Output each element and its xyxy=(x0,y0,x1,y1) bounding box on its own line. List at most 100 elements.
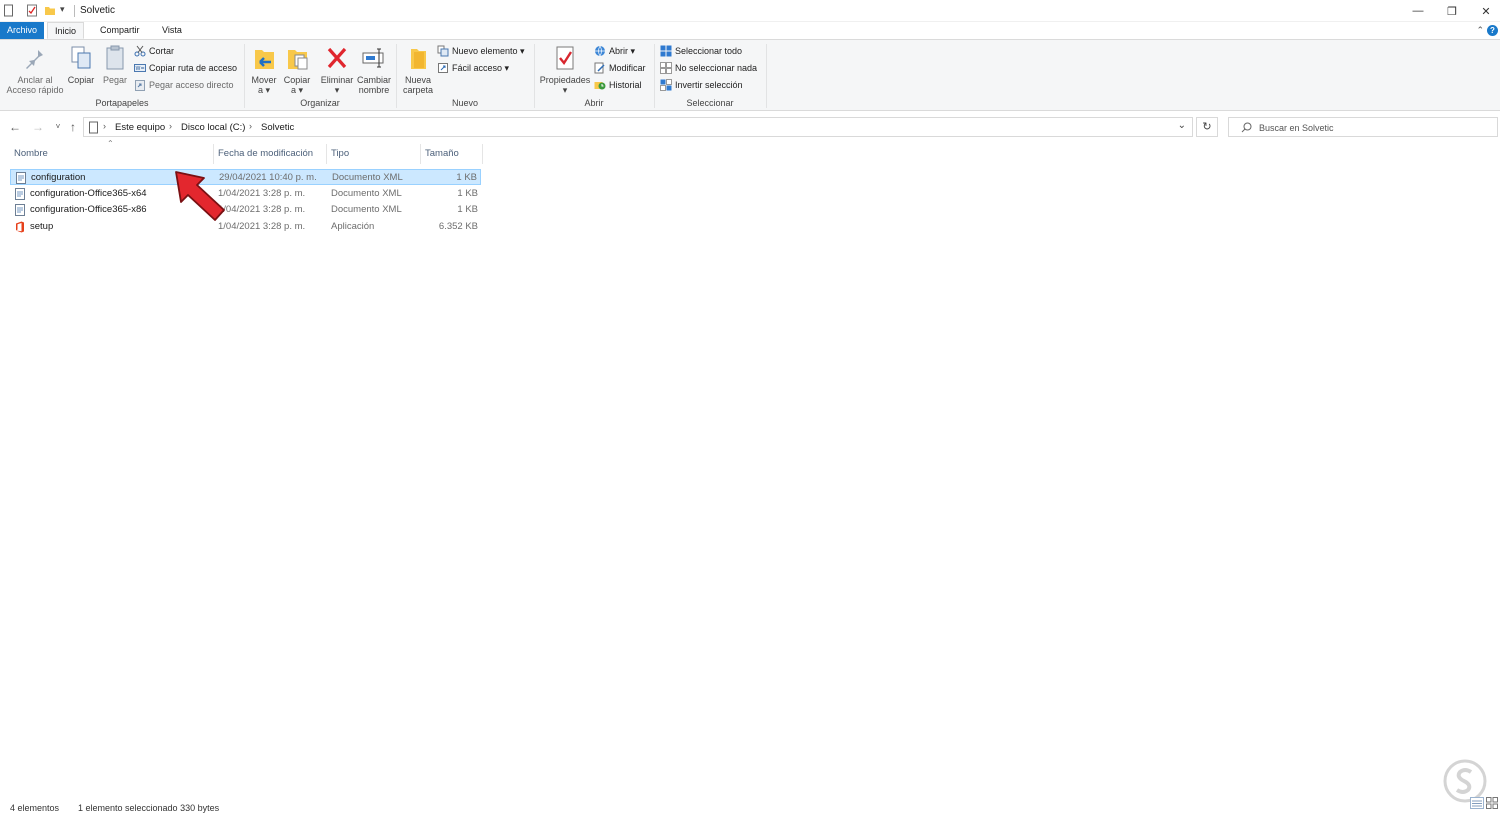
column-header-tamano[interactable]: Tamaño xyxy=(421,146,482,162)
restore-button[interactable]: ❐ xyxy=(1437,2,1467,20)
properties-label-1: Propiedades xyxy=(539,75,591,85)
move-to-icon xyxy=(255,50,274,69)
properties-label-2: ▾ xyxy=(562,85,568,95)
new-item-icon xyxy=(437,45,449,57)
move-to-button[interactable]: Mover a ▾ xyxy=(249,44,279,95)
breadcrumb-separator-icon: › xyxy=(249,121,252,131)
cut-button[interactable]: Cortar xyxy=(134,44,174,58)
recent-locations-icon[interactable]: ˅ xyxy=(50,119,66,135)
copy-to-button[interactable]: Copiar a ▾ xyxy=(282,44,312,95)
column-header-fecha[interactable]: Fecha de modificación xyxy=(214,146,326,162)
office-app-icon xyxy=(16,221,24,233)
breadcrumb-solvetic[interactable]: Solvetic xyxy=(261,122,294,133)
search-input[interactable] xyxy=(1259,121,1489,134)
copy-path-label: Copiar ruta de acceso xyxy=(149,63,238,73)
tab-vista[interactable]: Vista xyxy=(155,22,189,39)
ribbon: Anclar al Acceso rápido Copiar Pegar Cor… xyxy=(0,39,1500,111)
move-to-label-2: a ▾ xyxy=(257,85,271,95)
edit-button[interactable]: Modificar xyxy=(594,61,646,75)
paste-shortcut-icon xyxy=(135,80,145,91)
easy-access-label: Fácil acceso ▾ xyxy=(452,63,510,73)
copy-path-icon: W= xyxy=(134,64,146,72)
history-icon xyxy=(594,82,606,90)
xml-file-icon xyxy=(16,172,26,184)
new-folder-icon xyxy=(411,49,426,69)
rename-icon xyxy=(362,48,384,68)
pin-label-1: Anclar al xyxy=(17,75,53,85)
copy-to-icon xyxy=(288,50,308,70)
column-divider[interactable] xyxy=(482,144,483,164)
minimize-button[interactable]: — xyxy=(1403,2,1433,20)
new-folder-button[interactable]: Nueva carpeta xyxy=(400,44,436,95)
new-group: Nueva carpeta Nuevo elemento ▾ Fácil acc… xyxy=(397,40,533,111)
breadcrumb-este-equipo[interactable]: Este equipo xyxy=(115,122,165,133)
select-none-button[interactable]: No seleccionar nada xyxy=(660,61,757,75)
new-item-button[interactable]: Nuevo elemento ▾ xyxy=(437,44,525,58)
refresh-icon[interactable]: ↻ xyxy=(1196,117,1218,137)
breadcrumb-separator-icon: › xyxy=(169,121,172,131)
tab-inicio[interactable]: Inicio xyxy=(47,22,85,39)
tab-compartir[interactable]: Compartir xyxy=(93,22,147,39)
copy-path-button[interactable]: W= Copiar ruta de acceso xyxy=(134,61,237,75)
forward-arrow-icon[interactable]: → xyxy=(30,119,46,135)
this-pc-icon xyxy=(89,121,98,134)
search-icon xyxy=(1241,122,1252,133)
file-row-configuration[interactable]: configuration 29/04/2021 10:40 p. m. Doc… xyxy=(10,169,481,185)
invert-selection-button[interactable]: Invertir selección xyxy=(660,78,743,92)
copy-button[interactable]: Copiar xyxy=(64,44,98,85)
delete-icon xyxy=(327,47,347,69)
details-view-icon[interactable] xyxy=(1470,797,1484,809)
search-box[interactable] xyxy=(1228,117,1498,137)
status-bar: 4 elementos 1 elemento seleccionado 330 … xyxy=(0,803,1500,815)
select-all-button[interactable]: Seleccionar todo xyxy=(660,44,742,58)
file-type: Documento XML xyxy=(332,172,403,183)
column-header-tipo[interactable]: Tipo xyxy=(327,146,420,162)
open-button[interactable]: Abrir ▾ xyxy=(594,44,635,58)
checklist-quick-icon[interactable] xyxy=(26,4,38,17)
file-row-configuration-office365-x86[interactable]: configuration-Office365-x86 1/04/2021 3:… xyxy=(10,202,481,218)
breadcrumb-disco-local[interactable]: Disco local (C:) xyxy=(181,122,245,133)
column-header-nombre[interactable]: Nombre xyxy=(10,146,213,162)
title-bar: ▾ Solvetic — ❐ ✕ xyxy=(0,0,1500,22)
item-count: 4 elementos xyxy=(10,803,60,813)
paste-button[interactable]: Pegar xyxy=(99,44,131,85)
easy-access-button[interactable]: Fácil acceso ▾ xyxy=(437,61,509,75)
select-group-label: Seleccionar xyxy=(686,98,734,108)
address-dropdown-icon[interactable]: ⌄ xyxy=(1178,120,1186,131)
title-divider xyxy=(74,5,75,17)
close-button[interactable]: ✕ xyxy=(1471,2,1500,20)
address-bar[interactable]: › Este equipo › Disco local (C:) › Solve… xyxy=(83,117,1193,137)
file-type: Documento XML xyxy=(331,188,402,199)
folder-quick-icon[interactable] xyxy=(44,4,56,17)
ribbon-tabs: Archivo Inicio Compartir Vista ⌃ ? xyxy=(0,22,1500,39)
organize-group-label: Organizar xyxy=(300,98,340,108)
open-label: Abrir ▾ xyxy=(609,46,636,56)
copy-to-label-2: a ▾ xyxy=(290,85,304,95)
up-arrow-icon[interactable]: ↑ xyxy=(65,119,81,135)
rename-button[interactable]: Cambiar nombre xyxy=(356,44,392,95)
back-arrow-icon[interactable]: ← xyxy=(7,119,23,135)
help-icon[interactable]: ? xyxy=(1487,25,1498,36)
pin-quick-access-button[interactable]: Anclar al Acceso rápido xyxy=(5,44,65,95)
large-icons-view-icon[interactable] xyxy=(1486,797,1498,809)
paste-shortcut-button[interactable]: Pegar acceso directo xyxy=(134,78,234,92)
easy-access-icon xyxy=(438,63,448,73)
properties-quick-icon[interactable] xyxy=(3,4,15,17)
history-button[interactable]: Historial xyxy=(594,78,642,92)
invert-selection-label: Invertir selección xyxy=(675,80,743,90)
properties-button[interactable]: Propiedades ▾ xyxy=(537,44,593,95)
expand-ribbon-icon[interactable]: ⌃ xyxy=(1476,25,1484,36)
open-globe-icon xyxy=(595,45,605,57)
pin-icon xyxy=(26,50,43,69)
file-row-configuration-office365-x64[interactable]: configuration-Office365-x64 1/04/2021 3:… xyxy=(10,186,481,202)
customize-quick-access-icon[interactable]: ▾ xyxy=(60,4,65,15)
file-row-setup[interactable]: setup 1/04/2021 3:28 p. m. Aplicación 6.… xyxy=(10,219,481,235)
rename-label-2: nombre xyxy=(358,85,390,95)
paste-label: Pegar xyxy=(102,75,128,85)
file-size: 1 KB xyxy=(456,172,477,183)
organize-group: Mover a ▾ Copiar a ▾ Eliminar ▾ Cambiar … xyxy=(245,40,395,111)
tab-archivo[interactable]: Archivo xyxy=(0,22,44,39)
delete-button[interactable]: Eliminar ▾ xyxy=(319,44,355,95)
selection-info: 1 elemento seleccionado 330 bytes xyxy=(78,803,220,813)
clipboard-group-label: Portapapeles xyxy=(95,98,149,108)
